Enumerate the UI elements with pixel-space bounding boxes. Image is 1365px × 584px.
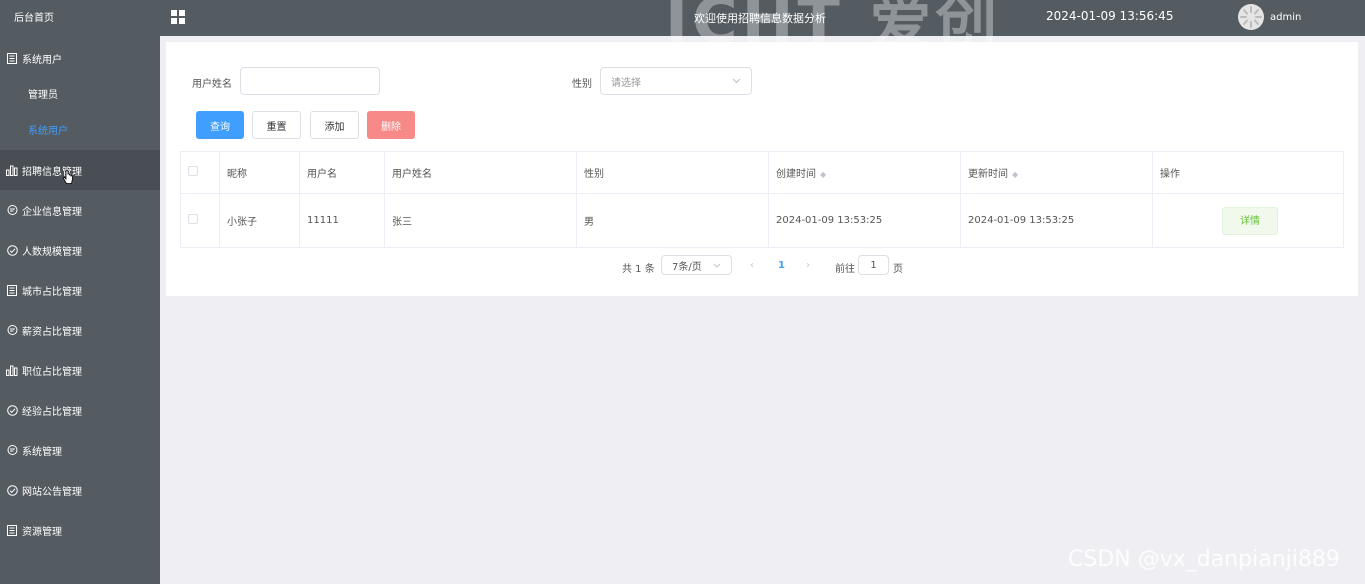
csdn-watermark: CSDN @vx_danpianji889 [1068, 547, 1340, 572]
sidebar-item-label: 职位占比管理 [22, 366, 82, 378]
sidebar: 后台首页 系统用户 管理员 系统用户 招聘信息管理 企业信息管理 人数规模管理 … [0, 0, 160, 584]
users-table: 昵称 用户名 用户姓名 性别 创建时间 ◆ 更新时间 ◆ 操作 小张子 11111 … [180, 151, 1344, 248]
sidebar-item-label: 网站公告管理 [22, 486, 82, 498]
query-button[interactable]: 查询 [196, 111, 244, 139]
delete-button[interactable]: 删除 [367, 111, 415, 139]
sidebar-item-label: 资源管理 [22, 526, 62, 538]
cursor-hand-icon [62, 170, 74, 189]
bar-chart-icon [6, 364, 18, 376]
top-header: ICHT 爱创 欢迎使用招聘信息数据分析 2024-01-09 13:56:45… [160, 0, 1365, 57]
sidebar-item-city-ratio[interactable]: 城市占比管理 [0, 270, 160, 310]
grid-menu-icon[interactable] [170, 9, 186, 25]
sidebar-item-label: 系统用户 [22, 54, 62, 66]
sidebar-item-position-ratio[interactable]: 职位占比管理 [0, 350, 160, 390]
select-all-cell [180, 151, 220, 194]
username-input[interactable] [240, 67, 380, 95]
cell-updated: 2024-01-09 13:53:25 [960, 193, 1153, 248]
col-created-label: 创建时间 [776, 169, 816, 180]
select-all-checkbox[interactable] [188, 166, 198, 176]
row-select-cell [180, 193, 220, 248]
sidebar-item-label: 系统管理 [22, 446, 62, 458]
sidebar-item-recruit-info[interactable]: 招聘信息管理 [0, 150, 160, 190]
reset-button[interactable]: 重置 [252, 111, 301, 139]
cell-action: 详情 [1152, 193, 1344, 248]
col-action: 操作 [1152, 151, 1344, 194]
document-icon [6, 284, 18, 296]
sidebar-item-announcements[interactable]: 网站公告管理 [0, 470, 160, 510]
col-updated-label: 更新时间 [968, 169, 1008, 180]
header-username[interactable]: admin [1270, 12, 1301, 23]
page-suffix: 页 [893, 264, 903, 275]
chevron-down-icon [732, 76, 741, 87]
col-username: 用户名 [299, 151, 385, 194]
goto-page-input[interactable]: 1 [858, 255, 889, 275]
prev-page-icon[interactable]: ‹ [750, 260, 754, 271]
gender-label: 性别 [572, 79, 592, 90]
chat-icon [6, 444, 18, 456]
col-created[interactable]: 创建时间 ◆ [768, 151, 961, 194]
sort-icon[interactable]: ◆ [1012, 170, 1018, 179]
chat-icon [6, 204, 18, 216]
sidebar-item-label: 城市占比管理 [22, 286, 82, 298]
header-title: 欢迎使用招聘信息数据分析 [694, 12, 826, 25]
page-size-select[interactable]: 7条/页 [661, 255, 732, 275]
add-button[interactable]: 添加 [310, 111, 359, 139]
sidebar-item-label: 人数规模管理 [22, 246, 82, 258]
sort-icon[interactable]: ◆ [820, 170, 826, 179]
col-nickname: 昵称 [219, 151, 300, 194]
sidebar-home[interactable]: 后台首页 [0, 0, 160, 38]
detail-button[interactable]: 详情 [1222, 206, 1278, 235]
sidebar-item-label: 企业信息管理 [22, 206, 82, 218]
header-time: 2024-01-09 13:56:45 [1046, 9, 1174, 23]
chevron-down-icon [713, 260, 721, 271]
current-page[interactable]: 1 [778, 260, 785, 271]
col-realname: 用户姓名 [384, 151, 577, 194]
sidebar-item-experience-ratio[interactable]: 经验占比管理 [0, 390, 160, 430]
chat-icon [6, 324, 18, 336]
check-circle-icon [6, 404, 18, 416]
sidebar-item-headcount[interactable]: 人数规模管理 [0, 230, 160, 270]
page-size-value: 7条/页 [672, 261, 702, 273]
table-header-row: 昵称 用户名 用户姓名 性别 创建时间 ◆ 更新时间 ◆ 操作 [180, 151, 1344, 194]
gender-select-placeholder: 请选择 [611, 77, 641, 89]
sidebar-item-label: 薪资占比管理 [22, 326, 82, 338]
avatar[interactable] [1238, 4, 1264, 30]
col-updated[interactable]: 更新时间 ◆ [960, 151, 1153, 194]
sidebar-item-system-users[interactable]: 系统用户 [0, 38, 160, 78]
document-icon [6, 524, 18, 536]
cell-realname: 张三 [384, 193, 577, 248]
cell-nickname: 小张子 [219, 193, 300, 248]
sidebar-item-label: 经验占比管理 [22, 406, 82, 418]
gender-select[interactable]: 请选择 [600, 67, 752, 95]
sidebar-subitem-system-users[interactable]: 系统用户 [0, 114, 160, 150]
check-circle-icon [6, 244, 18, 256]
document-icon [6, 52, 18, 64]
table-row: 小张子 11111 张三 男 2024-01-09 13:53:25 2024-… [180, 193, 1344, 248]
col-gender: 性别 [576, 151, 769, 194]
username-label: 用户姓名 [192, 79, 232, 90]
cell-username: 11111 [299, 193, 385, 248]
cell-created: 2024-01-09 13:53:25 [768, 193, 961, 248]
row-checkbox[interactable] [188, 214, 198, 224]
sidebar-subitem-admin[interactable]: 管理员 [0, 78, 160, 114]
pagination-total: 共 1 条 [622, 264, 655, 275]
main-panel: 用户姓名 性别 请选择 查询 重置 添加 删除 昵称 用户名 用户姓名 性别 创… [166, 42, 1358, 296]
goto-label: 前往 [835, 264, 855, 275]
sidebar-item-salary-ratio[interactable]: 薪资占比管理 [0, 310, 160, 350]
sidebar-item-company-info[interactable]: 企业信息管理 [0, 190, 160, 230]
sidebar-item-system-manage[interactable]: 系统管理 [0, 430, 160, 470]
bar-chart-icon [6, 164, 18, 176]
next-page-icon[interactable]: › [806, 260, 810, 271]
cell-gender: 男 [576, 193, 769, 248]
sidebar-item-resources[interactable]: 资源管理 [0, 510, 160, 550]
check-circle-icon [6, 484, 18, 496]
